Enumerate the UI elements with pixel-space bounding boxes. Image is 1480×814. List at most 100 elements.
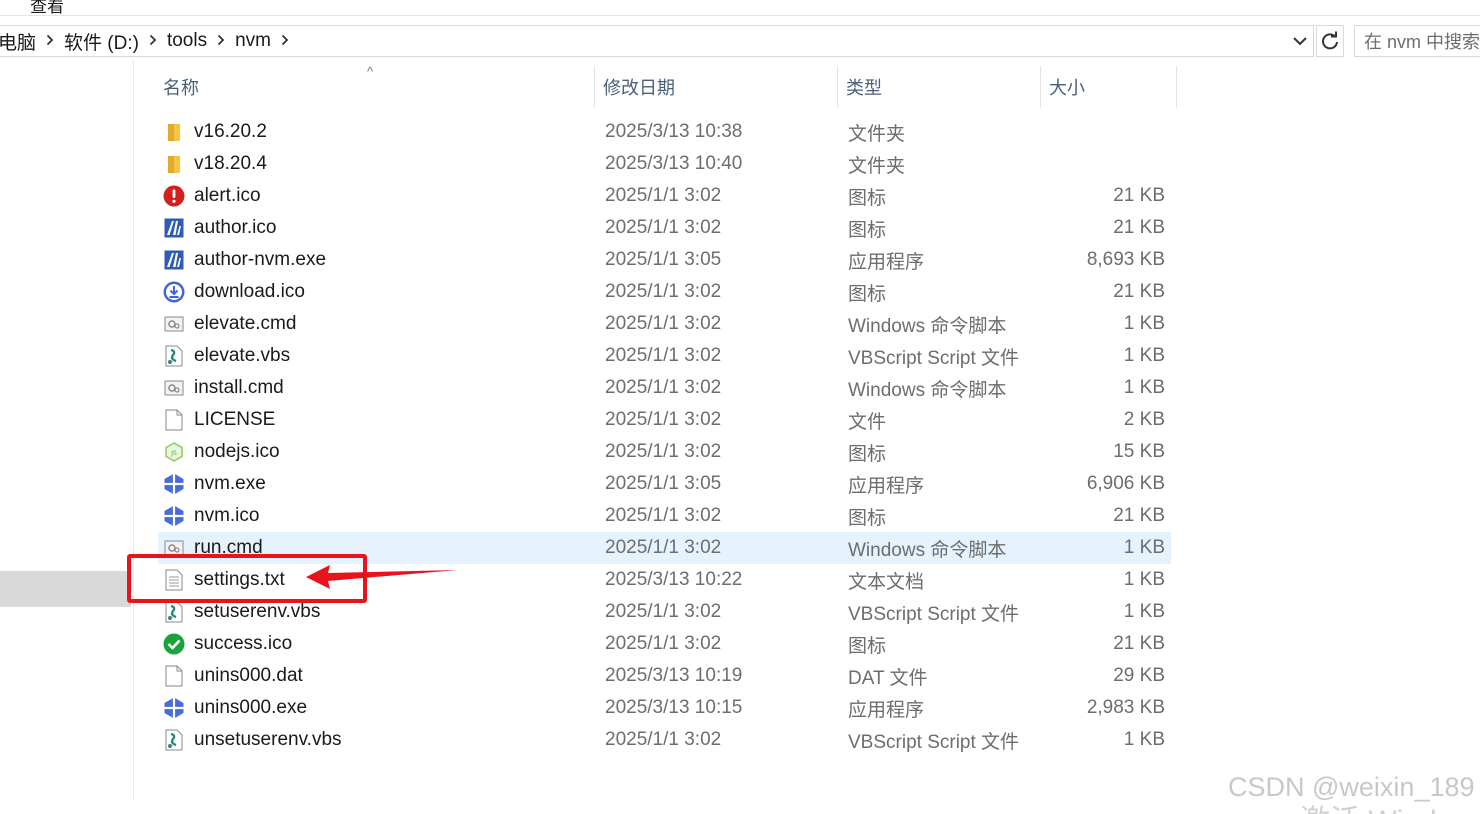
file-name-cell: elevate.cmd — [163, 313, 296, 335]
file-date: 2025/3/13 10:15 — [605, 697, 743, 718]
nav-selected-item[interactable] — [0, 571, 131, 607]
file-date: 2025/3/13 10:38 — [605, 121, 743, 142]
breadcrumb-item[interactable]: nvm — [235, 30, 271, 52]
file-name-cell: setuserenv.vbs — [163, 601, 320, 623]
file-size: 21 KB — [1113, 217, 1165, 238]
file-type: 图标 — [848, 635, 887, 657]
annotation-arrow-icon — [306, 565, 458, 589]
file-name: unsetuserenv.vbs — [194, 729, 342, 750]
file-list: v16.20.2 2025/3/13 10:38 文件夹 v18.20.4 2025/3… — [158, 116, 1171, 756]
file-date: 2025/1/1 3:02 — [605, 633, 722, 654]
file-row[interactable]: elevate.cmd 2025/1/1 3:02 Windows 命令脚本 1 KB — [158, 308, 1171, 340]
ribbon-tab-view[interactable]: 查看 — [30, 0, 64, 17]
chevron-right-icon[interactable] — [217, 33, 225, 49]
file-size: 6,906 KB — [1086, 473, 1165, 494]
file-date: 2025/1/1 3:02 — [605, 281, 722, 302]
folder-icon — [163, 121, 185, 143]
file-row[interactable]: unins000.exe 2025/3/13 10:15 应用程序 2,983 KB — [158, 692, 1171, 724]
refresh-button[interactable] — [1316, 25, 1344, 57]
column-label-date: 修改日期 — [603, 78, 675, 98]
file-name-cell: success.ico — [163, 633, 292, 655]
chevron-right-icon[interactable] — [149, 33, 157, 49]
sort-ascending-icon: ^ — [367, 64, 374, 79]
file-type: 文件夹 — [848, 123, 906, 145]
file-type: VBScript Script 文件 — [848, 731, 1020, 753]
file-type: Windows 命令脚本 — [848, 379, 1007, 401]
address-bar[interactable]: 此电脑 软件 (D:) tools nvm — [0, 25, 1314, 57]
file-name-cell: unsetuserenv.vbs — [163, 729, 342, 751]
breadcrumb-item[interactable]: 软件 (D:) — [64, 28, 139, 55]
author-icon — [163, 249, 185, 271]
file-row[interactable]: LICENSE 2025/1/1 3:02 文件 2 KB — [158, 404, 1171, 436]
file-row[interactable]: JS nodejs.ico 2025/1/1 3:02 图标 15 KB — [158, 436, 1171, 468]
vbs-file-icon — [163, 729, 185, 751]
file-size: 15 KB — [1113, 441, 1165, 462]
activate-windows-watermark: 激活 Windows — [1300, 796, 1480, 814]
file-row[interactable]: alert.ico 2025/1/1 3:02 图标 21 KB — [158, 180, 1171, 212]
file-type: DAT 文件 — [848, 667, 928, 689]
alert-icon — [163, 185, 185, 207]
address-history-dropdown[interactable] — [1289, 30, 1311, 52]
column-header-date[interactable]: 修改日期 — [595, 66, 838, 108]
file-size: 21 KB — [1113, 505, 1165, 526]
file-size: 29 KB — [1113, 665, 1165, 686]
file-name-cell: unins000.dat — [163, 665, 303, 687]
file-row[interactable]: install.cmd 2025/1/1 3:02 Windows 命令脚本 1 KB — [158, 372, 1171, 404]
file-row[interactable]: unsetuserenv.vbs 2025/1/1 3:02 VBScript Sc… — [158, 724, 1171, 756]
file-name: alert.ico — [194, 185, 261, 206]
file-size: 1 KB — [1123, 569, 1165, 590]
author-icon — [163, 217, 185, 239]
nvm-icon — [163, 697, 185, 719]
file-date: 2025/1/1 3:02 — [605, 537, 722, 558]
file-row[interactable]: author.ico 2025/1/1 3:02 图标 21 KB — [158, 212, 1171, 244]
file-type: 应用程序 — [848, 251, 925, 273]
file-row[interactable]: unins000.dat 2025/3/13 10:19 DAT 文件 29 KB — [158, 660, 1171, 692]
file-name-cell: alert.ico — [163, 185, 261, 207]
file-date: 2025/1/1 3:02 — [605, 185, 722, 206]
file-row[interactable]: v18.20.4 2025/3/13 10:40 文件夹 — [158, 148, 1171, 180]
file-name: unins000.dat — [194, 665, 303, 686]
file-name: author-nvm.exe — [194, 249, 327, 270]
file-size: 1 KB — [1123, 601, 1165, 622]
chevron-right-icon[interactable] — [281, 33, 289, 49]
vbs-file-icon — [163, 601, 185, 623]
search-input[interactable]: 在 nvm 中搜索 — [1354, 25, 1480, 57]
file-name-cell: unins000.exe — [163, 697, 307, 719]
file-name: elevate.cmd — [194, 313, 297, 334]
chevron-right-icon[interactable] — [46, 33, 54, 49]
file-size: 1 KB — [1123, 313, 1165, 334]
breadcrumb-item[interactable]: tools — [167, 30, 207, 52]
file-date: 2025/1/1 3:02 — [605, 377, 722, 398]
file-date: 2025/3/13 10:22 — [605, 569, 743, 590]
nvm-icon — [163, 505, 185, 527]
file-name: author.ico — [194, 217, 277, 238]
column-header-type[interactable]: 类型 — [838, 66, 1041, 108]
file-date: 2025/3/13 10:19 — [605, 665, 743, 686]
file-row[interactable]: elevate.vbs 2025/1/1 3:02 VBScript Script … — [158, 340, 1171, 372]
breadcrumb-item[interactable]: 此电脑 — [0, 28, 36, 55]
file-type: 应用程序 — [848, 475, 925, 497]
file-name-cell: v16.20.2 — [163, 121, 267, 143]
file-name: setuserenv.vbs — [194, 601, 321, 622]
file-date: 2025/1/1 3:05 — [605, 249, 722, 270]
svg-text:JS: JS — [170, 450, 177, 457]
search-placeholder: 在 nvm 中搜索 — [1364, 32, 1480, 52]
file-row[interactable]: v16.20.2 2025/3/13 10:38 文件夹 — [158, 116, 1171, 148]
file-type: 图标 — [848, 187, 887, 209]
column-header-size[interactable]: 大小 — [1041, 66, 1177, 108]
nodejs-icon: JS — [163, 441, 185, 463]
file-row[interactable]: download.ico 2025/1/1 3:02 图标 21 KB — [158, 276, 1171, 308]
file-date: 2025/1/1 3:02 — [605, 505, 722, 526]
file-type: 图标 — [848, 219, 887, 241]
file-row[interactable]: success.ico 2025/1/1 3:02 图标 21 KB — [158, 628, 1171, 660]
file-row[interactable]: author-nvm.exe 2025/1/1 3:05 应用程序 8,693 KB — [158, 244, 1171, 276]
refresh-icon — [1322, 31, 1338, 50]
column-label-name: 名称 — [163, 78, 199, 98]
file-row[interactable]: nvm.ico 2025/1/1 3:02 图标 21 KB — [158, 500, 1171, 532]
file-name-cell: download.ico — [163, 281, 305, 303]
column-header-name[interactable]: 名称 — [155, 66, 595, 108]
cmd-file-icon — [163, 377, 185, 399]
file-name-cell: v18.20.4 — [163, 153, 267, 175]
cmd-file-icon — [163, 313, 185, 335]
file-row[interactable]: nvm.exe 2025/1/1 3:05 应用程序 6,906 KB — [158, 468, 1171, 500]
